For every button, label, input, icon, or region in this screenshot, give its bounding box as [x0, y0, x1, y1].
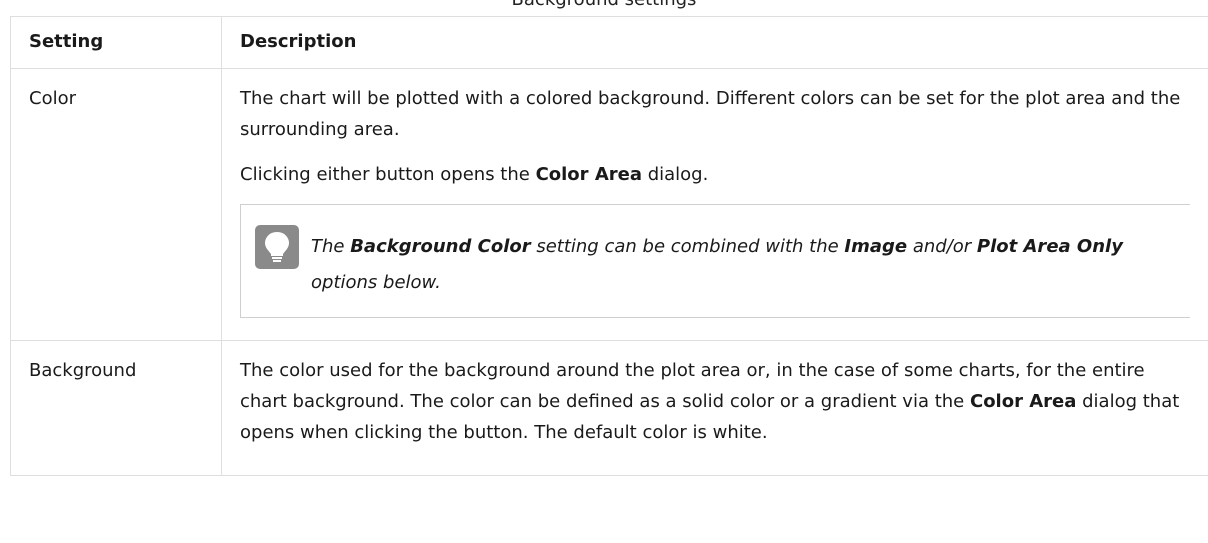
text-span: The	[311, 236, 351, 257]
description-cell: The chart will be plotted with a colored…	[221, 68, 1208, 341]
bold-term: Background Color	[350, 236, 531, 257]
settings-table: Setting Description Color The chart will…	[10, 16, 1208, 476]
text-span: dialog.	[641, 164, 709, 185]
table-caption: Background settings	[0, 0, 1208, 12]
description-cell: The color used for the background around…	[221, 340, 1208, 476]
setting-name-color: Color	[10, 68, 222, 341]
description-paragraph: Clicking either button opens the Color A…	[240, 159, 1190, 190]
bold-term: Color Area	[969, 391, 1077, 412]
setting-name-background: Background	[10, 340, 222, 476]
tip-note: The Background Color setting can be comb…	[240, 204, 1190, 318]
table-header-row: Setting Description	[10, 16, 1208, 69]
text-span: options below.	[311, 272, 441, 293]
text-span: Clicking either button opens the	[240, 164, 536, 185]
description-paragraph: The chart will be plotted with a colored…	[240, 88, 1181, 140]
bold-term: Plot Area Only	[976, 236, 1123, 257]
lightbulb-icon	[255, 225, 299, 269]
bold-term: Image	[844, 236, 908, 257]
text-span: and/or	[907, 236, 977, 257]
table-row: Background The color used for the backgr…	[10, 340, 1208, 476]
bold-term: Color Area	[535, 164, 642, 185]
table-row: Color The chart will be plotted with a c…	[10, 68, 1208, 341]
text-span: setting can be combined with the	[530, 236, 845, 257]
header-description: Description	[221, 16, 1208, 69]
tip-text: The Background Color setting can be comb…	[311, 229, 1176, 301]
header-setting: Setting	[10, 16, 222, 69]
